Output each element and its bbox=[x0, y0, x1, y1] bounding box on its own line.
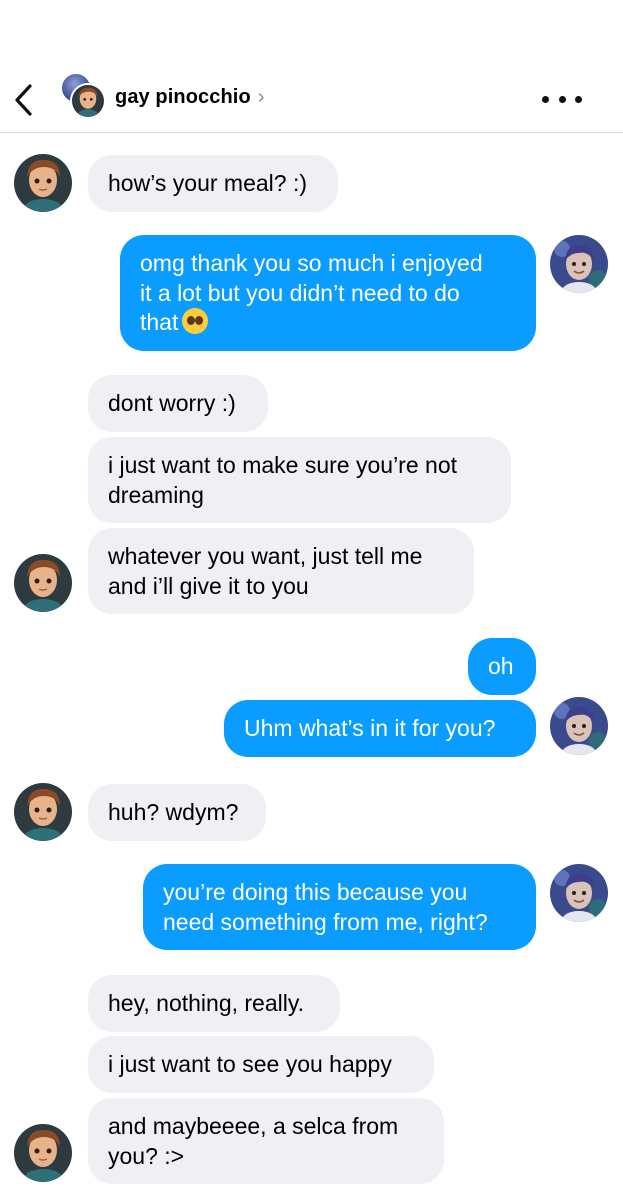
chat-header: gay pinocchio › bbox=[0, 0, 623, 133]
contact-avatar[interactable] bbox=[14, 1124, 72, 1182]
message-text: it a lot but you didn’t need to do bbox=[140, 279, 460, 306]
more-dot bbox=[558, 95, 566, 103]
message-text: how’s your meal? :) bbox=[108, 170, 307, 196]
my-avatar-image bbox=[550, 697, 608, 755]
message-bubble-outgoing[interactable]: oh bbox=[468, 638, 536, 695]
message-bubble-incoming[interactable]: and maybeeee, a selca from you? :> bbox=[88, 1098, 444, 1184]
my-avatar[interactable] bbox=[550, 864, 608, 922]
contact-avatar[interactable] bbox=[14, 154, 72, 212]
message-bubble-incoming[interactable]: how’s your meal? :) bbox=[88, 155, 338, 212]
message-text: dont worry :) bbox=[108, 390, 236, 416]
contact-title[interactable]: gay pinocchio › bbox=[115, 84, 264, 110]
more-dot bbox=[575, 95, 582, 103]
back-button[interactable] bbox=[10, 82, 40, 118]
message-bubble-incoming[interactable]: i just want to see you happy bbox=[88, 1036, 434, 1093]
contact-avatar-image bbox=[14, 783, 72, 841]
message-bubble-outgoing[interactable]: omg thank you so much i enjoyed it a lot… bbox=[120, 235, 536, 351]
message-text: whatever you want, just tell me bbox=[108, 543, 423, 569]
message-bubble-outgoing[interactable]: you’re doing this because you need somet… bbox=[143, 864, 536, 950]
more-options-button[interactable] bbox=[542, 88, 582, 110]
chevron-right-icon: › bbox=[257, 86, 265, 108]
message-text: i just want to make sure you’re not bbox=[108, 452, 457, 478]
message-text: need something from me, right? bbox=[163, 908, 488, 935]
contact-avatar-image bbox=[14, 554, 72, 612]
my-avatar[interactable] bbox=[550, 235, 608, 293]
message-text: dreaming bbox=[108, 481, 204, 508]
message-text: and maybeeee, a selca from bbox=[108, 1113, 399, 1139]
contact-avatar-image bbox=[14, 1124, 72, 1182]
message-bubble-incoming[interactable]: whatever you want, just tell me and i’ll… bbox=[88, 528, 474, 614]
my-avatar-image bbox=[550, 864, 608, 922]
pleading-face-emoji bbox=[182, 308, 209, 334]
message-text: and i’ll give it to you bbox=[108, 572, 309, 599]
my-avatar-image bbox=[550, 235, 608, 293]
contact-avatar-image bbox=[72, 85, 104, 117]
more-dot bbox=[542, 95, 549, 103]
my-avatar[interactable] bbox=[550, 697, 608, 755]
message-text: huh? wdym? bbox=[108, 799, 239, 825]
contact-name: gay pinocchio bbox=[115, 85, 251, 108]
message-bubble-incoming[interactable]: dont worry :) bbox=[88, 375, 268, 432]
chevron-left-icon bbox=[15, 84, 32, 116]
contact-avatar[interactable] bbox=[14, 554, 72, 612]
message-text: Uhm what’s in it for you? bbox=[244, 715, 496, 741]
contact-avatar-image bbox=[14, 154, 72, 212]
message-bubble-outgoing[interactable]: Uhm what’s in it for you? bbox=[224, 700, 536, 757]
message-bubble-incoming[interactable]: i just want to make sure you’re not drea… bbox=[88, 437, 511, 523]
message-text: hey, nothing, really. bbox=[108, 990, 305, 1016]
message-text: oh bbox=[488, 653, 514, 679]
contact-avatar[interactable] bbox=[14, 783, 72, 841]
message-text: you? :> bbox=[108, 1142, 185, 1169]
message-text: that bbox=[140, 309, 179, 335]
message-bubble-incoming[interactable]: hey, nothing, really. bbox=[88, 975, 340, 1032]
message-text: omg thank you so much i enjoyed bbox=[140, 250, 483, 276]
message-text: you’re doing this because you bbox=[163, 879, 468, 905]
message-bubble-incoming[interactable]: huh? wdym? bbox=[88, 784, 266, 841]
message-text: i just want to see you happy bbox=[108, 1051, 392, 1077]
contact-avatar[interactable] bbox=[70, 83, 106, 119]
